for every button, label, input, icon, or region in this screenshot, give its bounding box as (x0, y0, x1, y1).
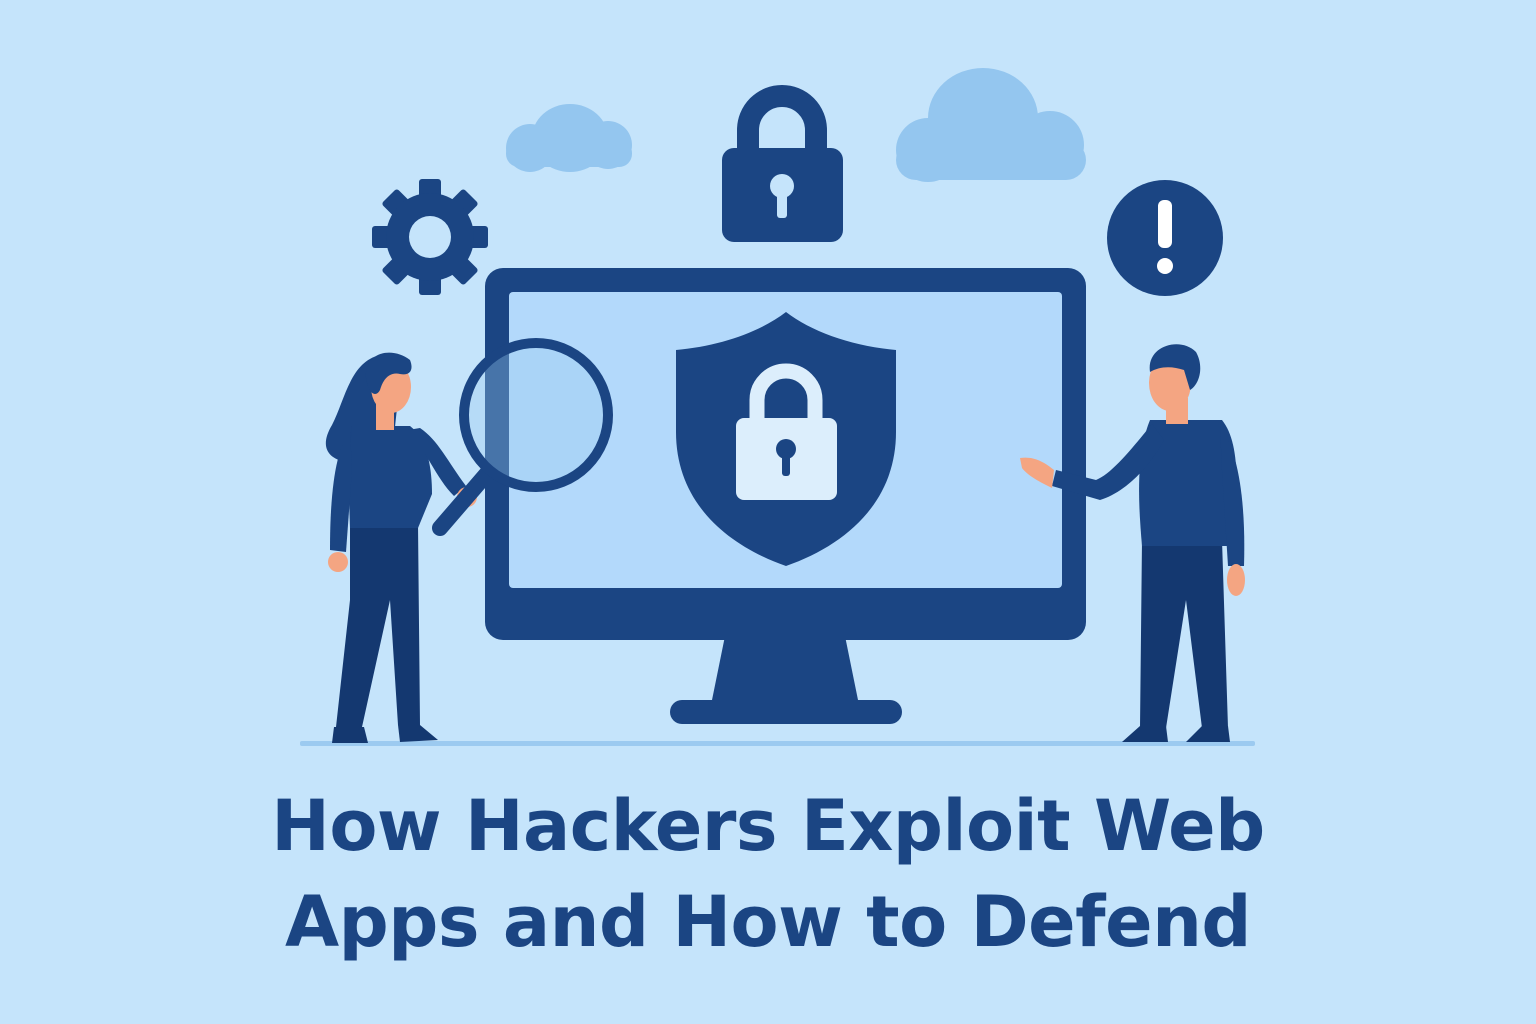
woman-figure (325, 352, 477, 743)
warning-icon (1107, 180, 1223, 296)
padlock-icon (722, 85, 843, 242)
woman-legs (336, 524, 420, 727)
gear-icon (372, 179, 488, 295)
monitor-stand-base (670, 700, 902, 724)
man-legs (1140, 540, 1228, 728)
monitor-stand-neck (712, 636, 858, 700)
cloud-icon-left (506, 104, 632, 172)
illustration-canvas: How Hackers Exploit Web Apps and How to … (0, 0, 1536, 1024)
ground-line (300, 741, 1255, 746)
title-line-1: How Hackers Exploit Web (271, 785, 1265, 867)
cloud-icon-right (896, 68, 1086, 182)
page-title: How Hackers Exploit Web Apps and How to … (0, 778, 1536, 970)
title-line-2: Apps and How to Defend (284, 881, 1252, 963)
